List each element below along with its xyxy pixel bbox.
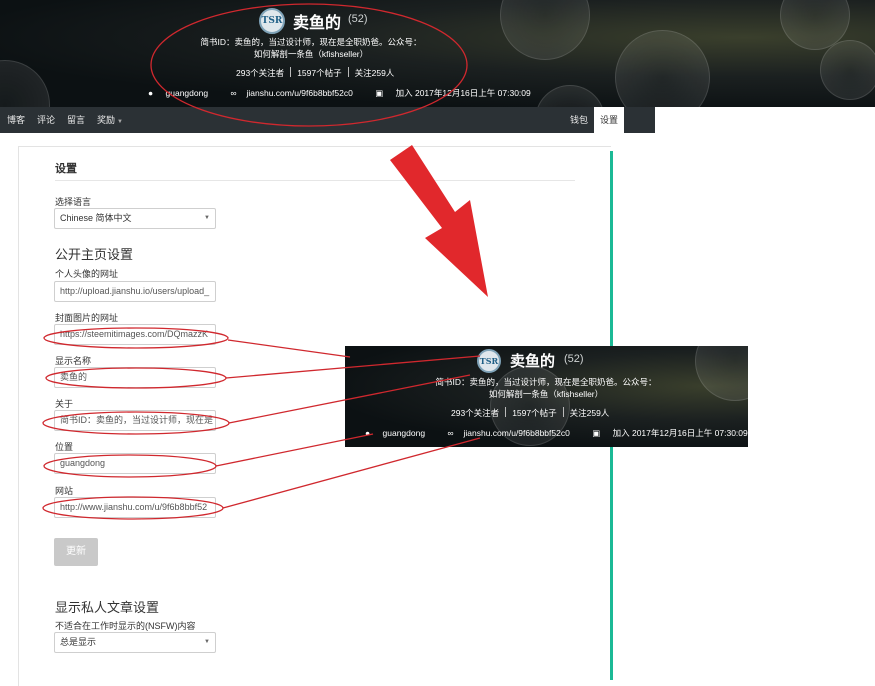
nav-replies[interactable]: 留言	[67, 107, 85, 133]
nav-comments[interactable]: 评论	[37, 107, 55, 133]
website-label: 网站	[55, 486, 74, 496]
preview-profile-name: 卖鱼的	[510, 353, 556, 370]
logo-text: TSR	[261, 16, 283, 26]
private-posts-heading: 显示私人文章设置	[55, 600, 160, 615]
profile-nav: 博客 评论 留言 奖励 ▼ 钱包 设置	[0, 107, 655, 133]
preview-followers: 293个关注者	[451, 408, 500, 418]
language-select[interactable]: Chinese 简体中文 ▼	[54, 208, 216, 229]
preview-about: 简书ID：卖鱼的，当过设计师，现在是全职奶爸。公众号： 如何解剖一条鱼（kfis…	[405, 376, 687, 400]
preview-stats: 293个关注者 1597个帖子 关注259人	[451, 407, 609, 419]
language-select-value: Chinese 简体中文	[60, 213, 132, 223]
profile-meta: ● guangdong ∞ jianshu.com/u/9f6b8bbf52c0 …	[148, 87, 551, 99]
reputation-score: (52)	[348, 13, 368, 25]
followers-count[interactable]: 293个关注者	[236, 68, 284, 78]
preview-join-date: ▣ 加入 2017年12月16日上午 07:30:09	[592, 428, 748, 438]
location-input[interactable]: guangdong	[54, 453, 216, 474]
settings-title: 设置	[55, 163, 77, 175]
chevron-down-icon: ▼	[204, 639, 210, 645]
preview-join-date-text: 加入 2017年12月16日上午 07:30:09	[612, 428, 748, 438]
preview-posts: 1597个帖子	[512, 408, 557, 418]
steem-logo-icon: TSR	[477, 349, 501, 373]
header-preview-screenshot: TSR 卖鱼的 (52) 简书ID：卖鱼的，当过设计师，现在是全职奶爸。公众号：…	[345, 346, 748, 447]
preview-about-line-1: 简书ID：卖鱼的，当过设计师，现在是全职奶爸。公众号：	[435, 377, 657, 387]
language-label: 选择语言	[55, 197, 92, 207]
preview-website: ∞ jianshu.com/u/9f6b8bbf52c0	[447, 428, 579, 438]
nsfw-select-value: 总是显示	[60, 637, 97, 647]
preview-meta: ● guangdong ∞ jianshu.com/u/9f6b8bbf52c0 …	[365, 427, 748, 439]
avatar-url-input[interactable]: http://upload.jianshu.io/users/upload_	[54, 281, 216, 302]
preview-reputation: (52)	[564, 353, 584, 365]
profile-stats: 293个关注者 1597个帖子 关注259人	[236, 67, 394, 79]
map-pin-icon: ●	[148, 88, 154, 98]
join-date: ▣ 加入 2017年12月16日上午 07:30:09	[375, 88, 541, 98]
location-text: guangdong	[165, 88, 209, 98]
bokeh-circle	[695, 346, 748, 401]
link-icon: ∞	[447, 428, 454, 438]
update-button[interactable]: 更新	[54, 538, 98, 566]
nav-blog[interactable]: 博客	[7, 107, 25, 133]
preview-following: 关注259人	[569, 408, 610, 418]
public-profile-heading: 公开主页设置	[55, 247, 134, 262]
calendar-icon: ▣	[592, 428, 601, 438]
about-input[interactable]: 简书ID：卖鱼的，当过设计师，现在是	[54, 410, 216, 431]
chevron-down-icon: ▼	[204, 215, 210, 221]
display-name-label: 显示名称	[55, 356, 92, 366]
website-input[interactable]: http://www.jianshu.com/u/9f6b8bbf52	[54, 497, 216, 518]
website-text[interactable]: jianshu.com/u/9f6b8bbf52c0	[247, 88, 353, 98]
cover-url-input[interactable]: https://steemitimages.com/DQmazzK	[54, 324, 216, 345]
nav-rewards[interactable]: 奖励 ▼	[97, 107, 123, 133]
about-line-1: 简书ID：卖鱼的，当过设计师，现在是全职奶爸。公众号：	[200, 37, 422, 47]
following-count[interactable]: 关注259人	[355, 68, 395, 78]
location: ● guangdong	[148, 88, 218, 98]
posts-count[interactable]: 1597个帖子	[297, 68, 341, 78]
preview-location-text: guangdong	[382, 428, 426, 438]
profile-about: 简书ID：卖鱼的，当过设计师，现在是全职奶爸。公众号： 如何解剖一条鱼（kfis…	[180, 36, 442, 60]
location-label: 位置	[55, 442, 74, 452]
chevron-down-icon: ▼	[117, 119, 123, 125]
cover-url-label: 封面图片的网址	[55, 313, 119, 323]
preview-about-line-2: 如何解剖一条鱼（kfishseller）	[488, 389, 604, 399]
avatar-url-label: 个人头像的网址	[55, 269, 119, 279]
display-name-input[interactable]: 卖鱼的	[54, 367, 216, 388]
nsfw-label: 不适合在工作时显示的(NSFW)内容	[55, 621, 196, 631]
steem-logo-icon: TSR	[259, 8, 285, 34]
profile-cover: TSR 卖鱼的 (52) 简书ID：卖鱼的，当过设计师，现在是全职奶爸。公众号：…	[0, 0, 875, 107]
nav-settings[interactable]: 设置	[594, 107, 625, 133]
preview-location: ● guangdong	[365, 428, 435, 438]
about-line-2: 如何解剖一条鱼（kfishseller）	[253, 49, 369, 59]
preview-website-text: jianshu.com/u/9f6b8bbf52c0	[463, 428, 570, 438]
link-icon: ∞	[230, 88, 237, 98]
nsfw-select[interactable]: 总是显示 ▼	[54, 632, 216, 653]
website-link[interactable]: ∞ jianshu.com/u/9f6b8bbf52c0	[230, 88, 362, 98]
nav-rewards-label: 奖励	[97, 115, 116, 125]
calendar-icon: ▣	[375, 88, 384, 98]
about-label: 关于	[55, 399, 74, 409]
map-pin-icon: ●	[365, 428, 371, 438]
logo-text: TSR	[479, 356, 499, 366]
join-date-text: 加入 2017年12月16日上午 07:30:09	[395, 88, 531, 98]
blank-corner	[766, 584, 875, 680]
nav-wallet[interactable]: 钱包	[570, 107, 588, 133]
profile-name: 卖鱼的	[293, 15, 342, 32]
divider	[55, 180, 575, 181]
